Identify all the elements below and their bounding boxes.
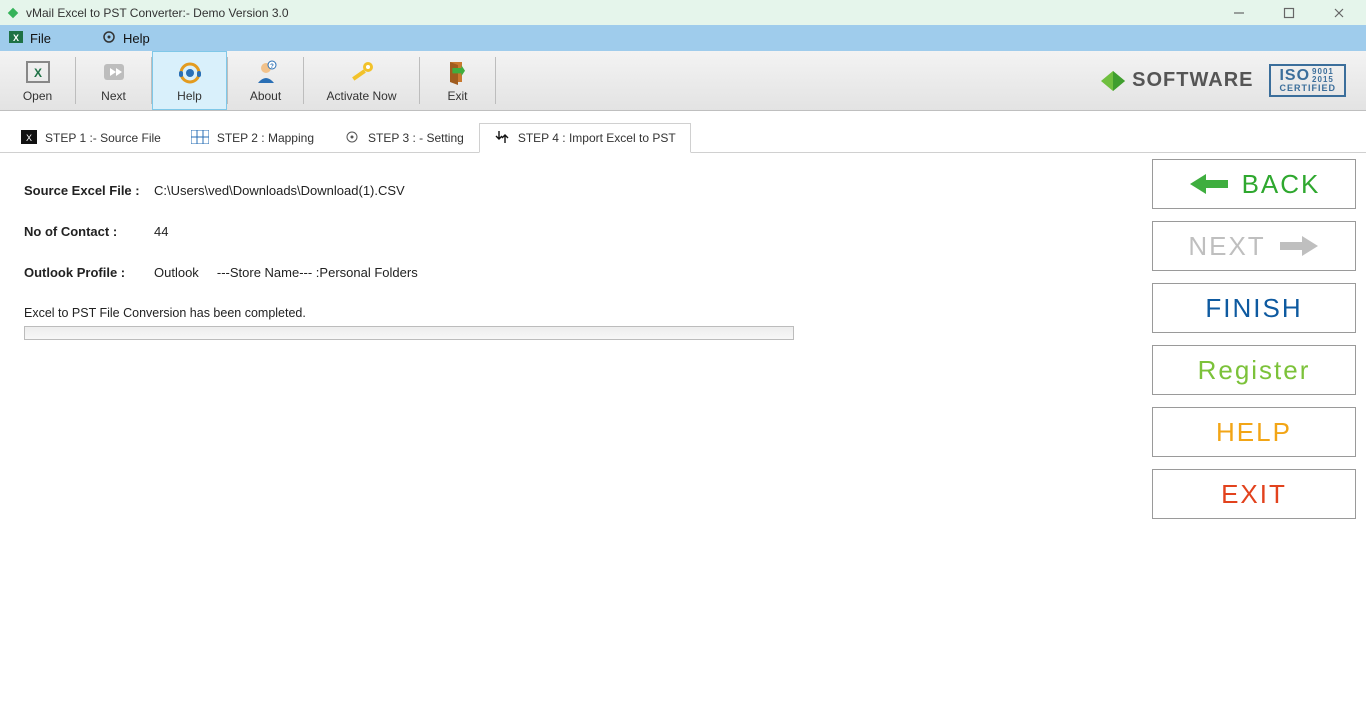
register-button[interactable]: Register — [1152, 345, 1356, 395]
side-buttons: BACK NEXT FINISH Register HELP EXIT — [1144, 153, 1366, 721]
finish-button[interactable]: FINISH — [1152, 283, 1356, 333]
toolbar-help-label: Help — [177, 89, 202, 103]
title-bar: vMail Excel to PST Converter:- Demo Vers… — [0, 0, 1366, 25]
tab-step2[interactable]: STEP 2 : Mapping — [176, 123, 329, 152]
diamond-logo-icon — [1098, 68, 1128, 94]
source-label: Source Excel File : — [24, 183, 154, 198]
gear-icon — [101, 29, 117, 48]
window-controls — [1228, 2, 1350, 24]
about-person-icon: ? — [252, 59, 280, 88]
next-label: NEXT — [1188, 231, 1265, 262]
mapping-grid-icon — [191, 130, 209, 147]
exit-label: EXIT — [1221, 479, 1287, 510]
toolbar-separator — [495, 57, 496, 104]
excel-file-icon: X — [8, 29, 24, 48]
app-logo-icon — [6, 6, 20, 20]
main-panel: Source Excel File : C:\Users\ved\Downloa… — [0, 153, 1144, 721]
tab-step1[interactable]: X STEP 1 :- Source File — [6, 123, 176, 152]
iso-certified: CERTIFIED — [1279, 84, 1336, 93]
source-value: C:\Users\ved\Downloads\Download(1).CSV — [154, 183, 405, 198]
next-button[interactable]: NEXT — [1152, 221, 1356, 271]
tab-step4[interactable]: STEP 4 : Import Excel to PST — [479, 123, 691, 153]
toolbar-next[interactable]: Next — [76, 51, 151, 110]
finish-label: FINISH — [1205, 293, 1302, 324]
svg-text:X: X — [13, 33, 19, 43]
source-row: Source Excel File : C:\Users\ved\Downloa… — [24, 183, 1120, 198]
settings-gear-icon — [344, 129, 360, 148]
menu-help-label: Help — [123, 31, 150, 46]
profile-row: Outlook Profile : Outlook ---Store Name-… — [24, 265, 1120, 280]
toolbar-activate-label: Activate Now — [326, 89, 396, 103]
status-text: Excel to PST File Conversion has been co… — [24, 306, 1120, 320]
import-arrows-icon — [494, 129, 510, 148]
contact-label: No of Contact : — [24, 224, 154, 239]
back-button[interactable]: BACK — [1152, 159, 1356, 209]
back-arrow-icon — [1188, 170, 1232, 198]
window-title: vMail Excel to PST Converter:- Demo Vers… — [26, 6, 1228, 20]
brand-text: SOFTWARE — [1132, 69, 1253, 92]
register-label: Register — [1198, 355, 1311, 386]
toolbar: X Open Next Help ? About Activate Now Ex… — [0, 51, 1366, 111]
toolbar-open-label: Open — [23, 89, 52, 103]
toolbar-exit-label: Exit — [447, 89, 467, 103]
excel-file-icon: X — [21, 130, 37, 147]
close-button[interactable] — [1328, 2, 1350, 24]
svg-text:X: X — [26, 133, 32, 143]
profile-value: Outlook ---Store Name--- :Personal Folde… — [154, 265, 418, 280]
menu-file-label: File — [30, 31, 51, 46]
software-logo: SOFTWARE — [1098, 68, 1253, 94]
menu-help[interactable]: Help — [101, 29, 150, 48]
tab-step4-label: STEP 4 : Import Excel to PST — [518, 131, 676, 145]
toolbar-open[interactable]: X Open — [0, 51, 75, 110]
tab-step3[interactable]: STEP 3 : - Setting — [329, 123, 479, 152]
progress-bar — [24, 326, 794, 340]
toolbar-about[interactable]: ? About — [228, 51, 303, 110]
open-excel-icon: X — [24, 59, 52, 88]
svg-text:?: ? — [270, 64, 274, 70]
iso-badge: ISO 9001 2015 CERTIFIED — [1269, 64, 1346, 97]
menu-bar: X File Help — [0, 25, 1366, 51]
toolbar-help[interactable]: Help — [152, 51, 227, 110]
back-label: BACK — [1242, 169, 1321, 200]
toolbar-activate[interactable]: Activate Now — [304, 51, 419, 110]
tab-step1-label: STEP 1 :- Source File — [45, 131, 161, 145]
minimize-button[interactable] — [1228, 2, 1250, 24]
brand-area: SOFTWARE ISO 9001 2015 CERTIFIED — [1098, 51, 1366, 110]
toolbar-about-label: About — [250, 89, 281, 103]
contact-row: No of Contact : 44 — [24, 224, 1120, 239]
headset-icon — [176, 59, 204, 88]
toolbar-exit[interactable]: Exit — [420, 51, 495, 110]
tab-step3-label: STEP 3 : - Setting — [368, 131, 464, 145]
menu-file[interactable]: X File — [8, 29, 51, 48]
help-button[interactable]: HELP — [1152, 407, 1356, 457]
help-label: HELP — [1216, 417, 1292, 448]
profile-label: Outlook Profile : — [24, 265, 154, 280]
svg-text:X: X — [33, 66, 41, 80]
iso-text: ISO — [1279, 68, 1310, 84]
next-arrow-icon — [1276, 232, 1320, 260]
exit-button[interactable]: EXIT — [1152, 469, 1356, 519]
maximize-button[interactable] — [1278, 2, 1300, 24]
contact-value: 44 — [154, 224, 168, 239]
tab-step2-label: STEP 2 : Mapping — [217, 131, 314, 145]
step-tabs: X STEP 1 :- Source File STEP 2 : Mapping… — [0, 123, 1366, 153]
exit-door-icon — [444, 59, 472, 88]
key-icon — [348, 59, 376, 88]
content-area: Source Excel File : C:\Users\ved\Downloa… — [0, 153, 1366, 721]
next-arrow-icon — [100, 59, 128, 88]
toolbar-next-label: Next — [101, 89, 126, 103]
